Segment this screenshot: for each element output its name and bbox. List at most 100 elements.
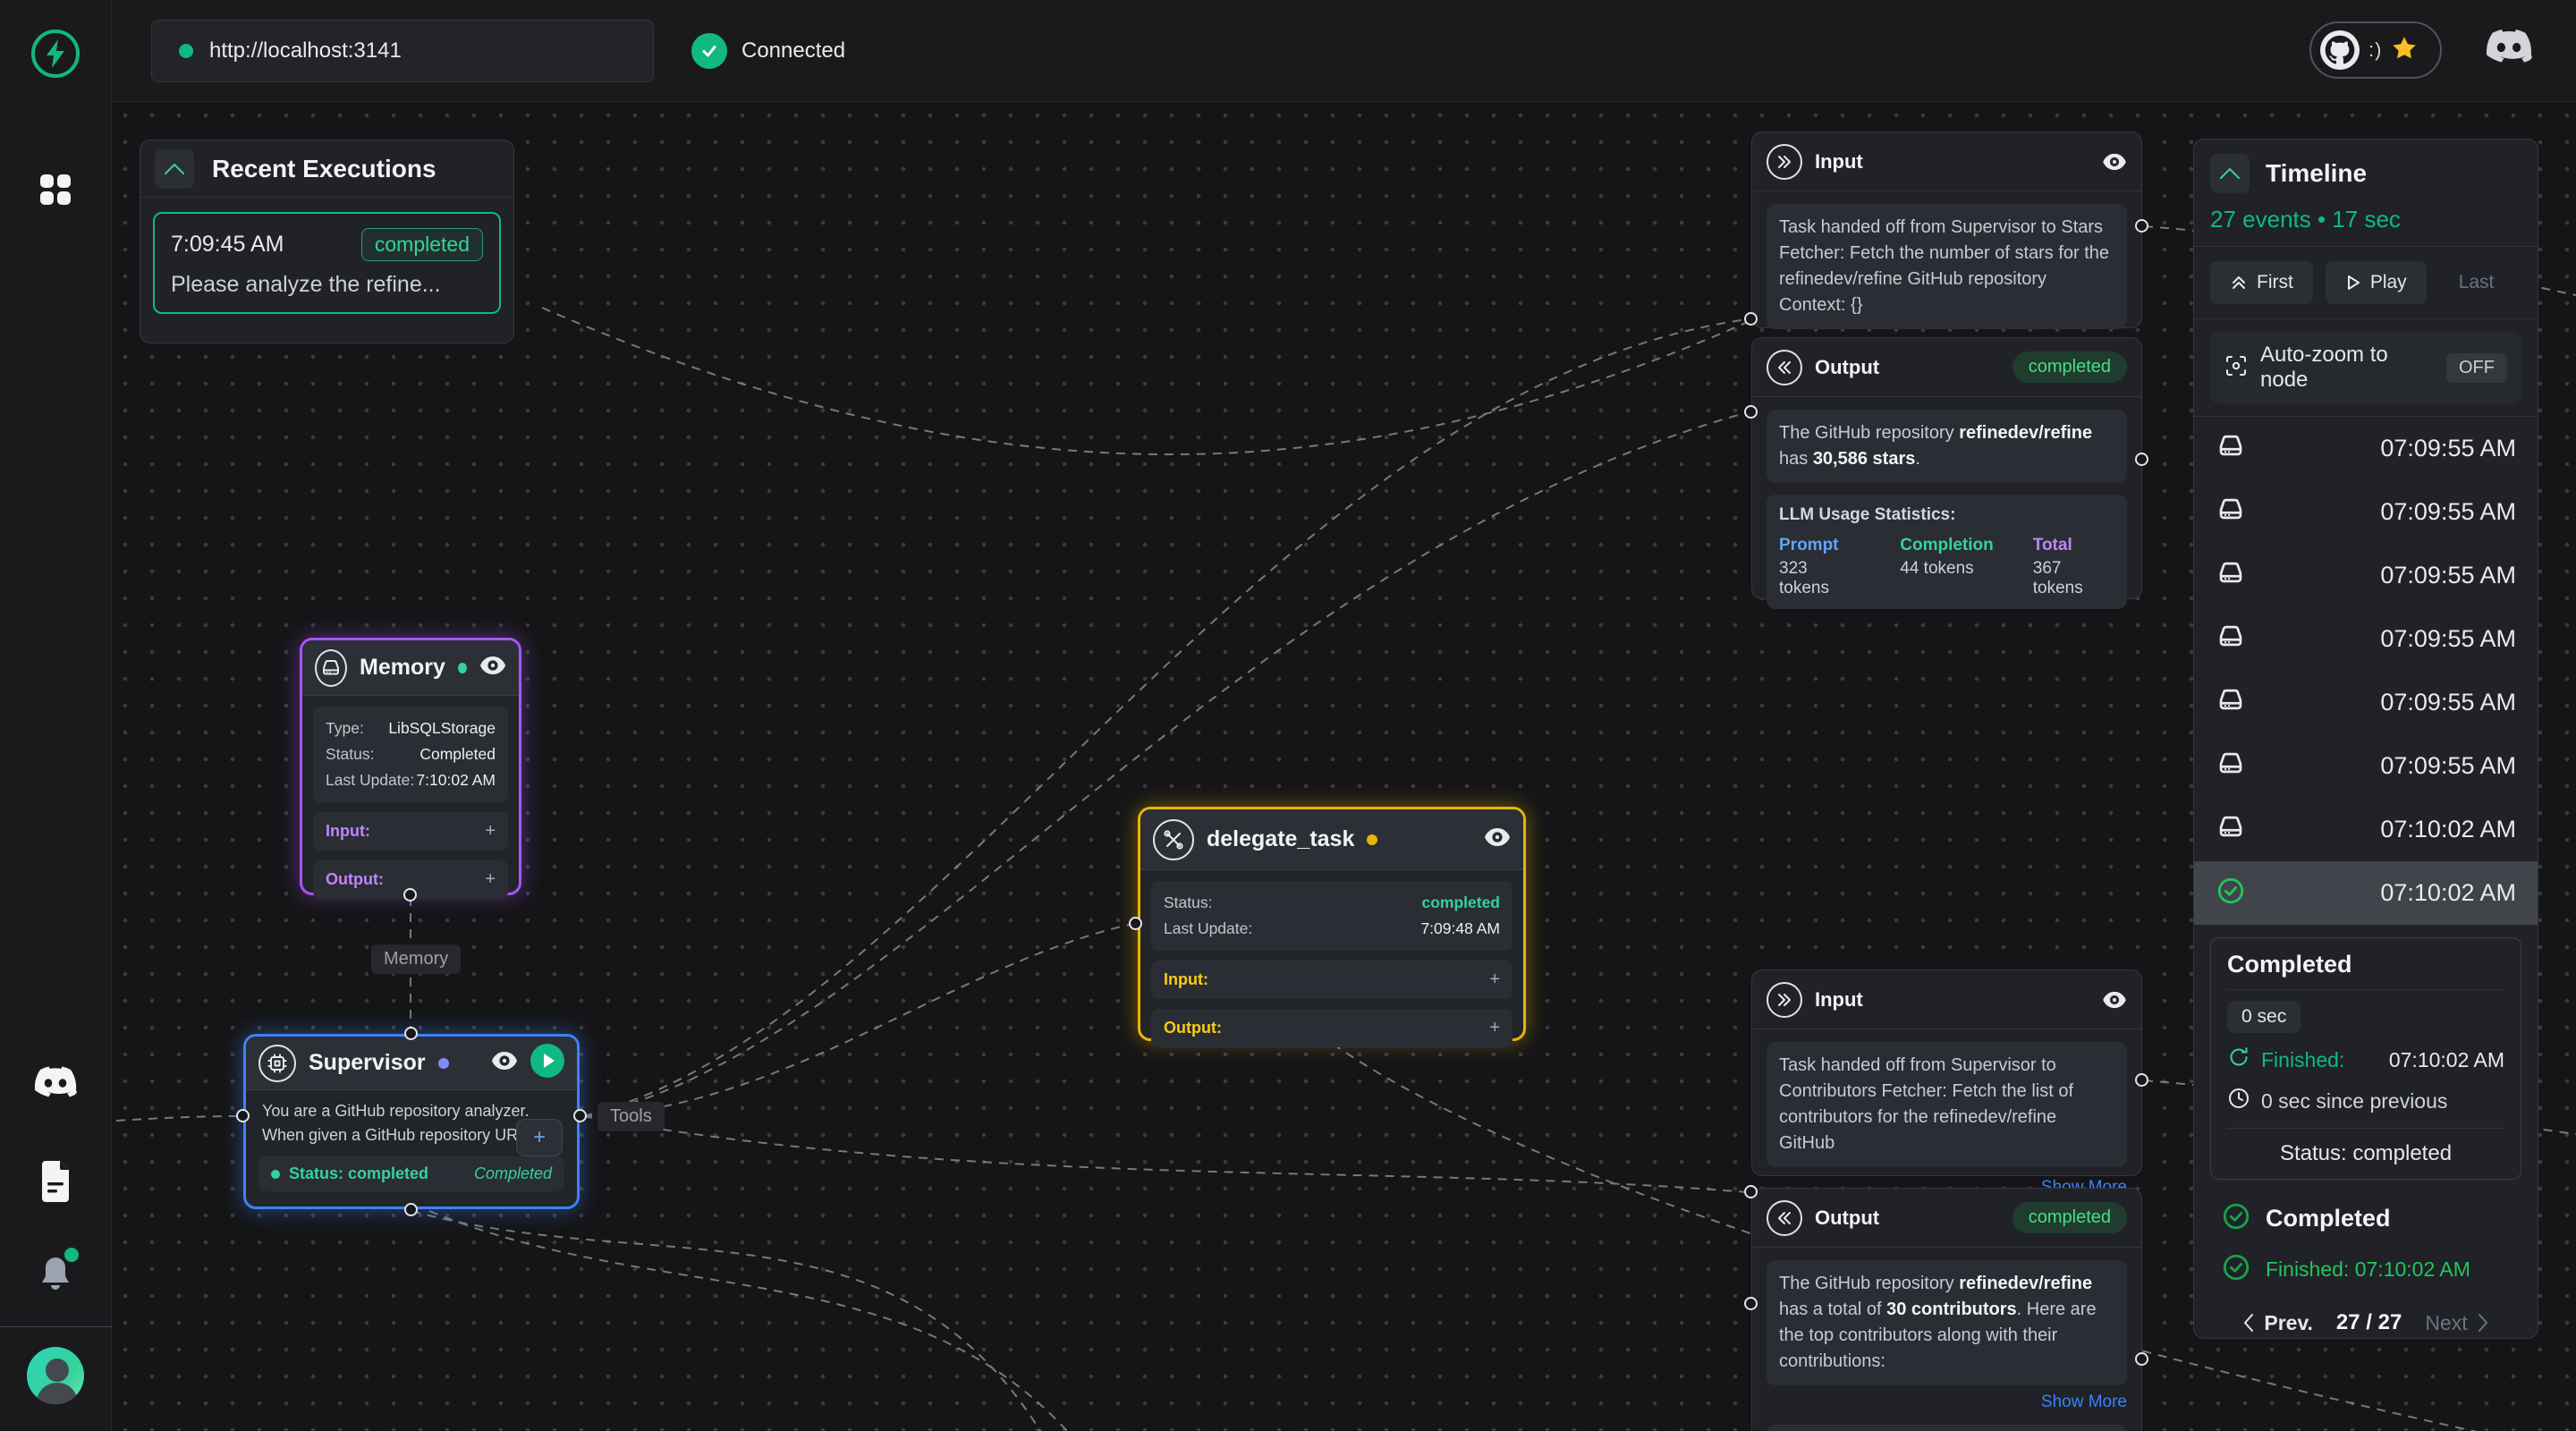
- timeline-event[interactable]: 07:09:55 AM: [2194, 607, 2538, 671]
- llm-usage-box: LLM Usage Statistics: Prompt 323 tokens …: [1767, 495, 2127, 609]
- delegate-node-header: delegate_task: [1140, 809, 1523, 870]
- delegate-task-node[interactable]: delegate_task Status:completed Last Upda…: [1138, 807, 1526, 1041]
- handle-supervisor-left[interactable]: [236, 1109, 250, 1122]
- plus-icon: +: [485, 821, 496, 842]
- input-card-title: Input: [1815, 988, 1863, 1012]
- cpu-icon: [258, 1045, 296, 1082]
- handle-contrib-output-left[interactable]: [1744, 1297, 1758, 1310]
- delegate-output-label: Output:: [1164, 1019, 1222, 1037]
- handle-contrib-output-right[interactable]: [2135, 1352, 2148, 1366]
- handle-supervisor-top[interactable]: [404, 1027, 418, 1040]
- timeline-event[interactable]: 07:09:55 AM: [2194, 671, 2538, 734]
- recent-executions-title: Recent Executions: [212, 155, 436, 183]
- timeline-event[interactable]: 07:09:55 AM: [2194, 734, 2538, 798]
- top-bar: http://localhost:3141 Connected :): [112, 0, 2576, 102]
- database-icon: [2216, 433, 2246, 464]
- collapse-chevron-icon[interactable]: [2210, 154, 2250, 193]
- show-more-link[interactable]: Show More: [1767, 1393, 2127, 1412]
- since-previous-row: 0 sec since previous: [2227, 1087, 2504, 1115]
- recent-executions-header: Recent Executions: [140, 140, 513, 198]
- timeline-event[interactable]: 07:09:55 AM: [2194, 480, 2538, 544]
- delegate-status-label: Status:: [1164, 890, 1212, 916]
- connected-check-icon: [691, 33, 727, 69]
- chevrons-left-icon: [1767, 1200, 1802, 1236]
- supervisor-status-label: Status: completed: [289, 1164, 428, 1183]
- input-message: Task handed off from Supervisor to Contr…: [1767, 1042, 2127, 1167]
- check-circle-icon: [2221, 1201, 2251, 1236]
- timeline-event[interactable]: 07:09:55 AM: [2194, 417, 2538, 480]
- handle-memory-bottom[interactable]: [403, 888, 417, 902]
- eye-icon[interactable]: [1484, 827, 1511, 851]
- llm-completion-stat: Completion 44 tokens: [1900, 536, 1994, 598]
- handle-supervisor-bottom[interactable]: [404, 1203, 418, 1216]
- delegate-updated-label: Last Update:: [1164, 916, 1252, 942]
- memory-node[interactable]: Memory Type:LibSQLStorage Status:Complet…: [300, 638, 521, 895]
- eye-icon[interactable]: [2102, 991, 2127, 1009]
- document-icon[interactable]: [27, 1153, 84, 1210]
- timeline-panel: Timeline 27 events • 17 sec First Play L…: [2193, 139, 2538, 1339]
- status-dot: [271, 1170, 280, 1179]
- timeline-event-selected[interactable]: 07:10:02 AM: [2194, 861, 2538, 925]
- supervisor-node-header: Supervisor: [246, 1037, 577, 1090]
- collapse-chevron-icon[interactable]: [155, 149, 194, 189]
- memory-type-label: Type:: [326, 716, 364, 741]
- output-status-pill: completed: [2012, 1202, 2127, 1233]
- server-url-field[interactable]: http://localhost:3141: [151, 20, 654, 82]
- handle-stars-output-right[interactable]: [2135, 453, 2148, 466]
- handle-contrib-output-top-left[interactable]: [1744, 1185, 1758, 1198]
- delegate-updated-value: 7:09:48 AM: [1420, 916, 1500, 942]
- delegate-input-label: Input:: [1164, 970, 1208, 989]
- lightning-logo-icon[interactable]: [27, 25, 84, 82]
- supervisor-instruction-line1: You are a GitHub repository analyzer.: [258, 1099, 564, 1123]
- eye-icon[interactable]: [479, 656, 506, 680]
- handle-delegate-left[interactable]: [1129, 917, 1142, 930]
- eye-icon[interactable]: [491, 1051, 518, 1075]
- memory-node-header: Memory: [302, 640, 519, 696]
- output-message: The GitHub repository refinedev/refine h…: [1767, 410, 2127, 483]
- auto-zoom-section: Auto-zoom to node OFF: [2194, 319, 2538, 417]
- discord-icon[interactable]: [2485, 29, 2533, 71]
- play-button[interactable]: Play: [2326, 261, 2427, 304]
- run-agent-button[interactable]: [530, 1044, 564, 1082]
- auto-zoom-toggle[interactable]: Auto-zoom to node OFF: [2210, 332, 2521, 403]
- check-circle-icon: [2216, 876, 2246, 910]
- auto-zoom-label: Auto-zoom to node: [2260, 343, 2434, 393]
- memory-type-value: LibSQLStorage: [388, 716, 496, 741]
- auto-zoom-state: OFF: [2446, 353, 2507, 383]
- github-star-button[interactable]: :): [2309, 21, 2442, 79]
- supervisor-agent-dot: [438, 1058, 449, 1069]
- eye-icon[interactable]: [2102, 153, 2127, 171]
- database-icon: [2216, 560, 2246, 591]
- memory-active-dot: [458, 663, 467, 673]
- last-button[interactable]: Last: [2439, 261, 2514, 304]
- handle-supervisor-right[interactable]: [573, 1109, 587, 1122]
- prev-button[interactable]: Prev.: [2242, 1311, 2313, 1335]
- tools-icon: [1153, 819, 1194, 860]
- timeline-event[interactable]: 07:09:55 AM: [2194, 544, 2538, 607]
- first-button[interactable]: First: [2210, 261, 2313, 304]
- memory-input-expander[interactable]: Input: +: [313, 812, 508, 851]
- output-card-title: Output: [1815, 356, 1879, 379]
- timeline-event[interactable]: 07:10:02 AM: [2194, 798, 2538, 861]
- check-circle-icon: [2221, 1252, 2251, 1287]
- discord-icon[interactable]: [27, 1054, 84, 1112]
- bell-icon[interactable]: [27, 1246, 84, 1303]
- timeline-event-list: 07:09:55 AM 07:09:55 AM 07:09:55 AM 07:0…: [2194, 417, 2538, 925]
- clipped-content-box: [1767, 1425, 2127, 1431]
- delegate-output-expander[interactable]: Output: +: [1151, 1009, 1513, 1047]
- stars-input-card: Input Task handed off from Supervisor to…: [1751, 131, 2142, 328]
- handle-stars-output-left[interactable]: [1744, 405, 1758, 419]
- delegate-input-expander[interactable]: Input: +: [1151, 961, 1513, 999]
- execution-item[interactable]: 7:09:45 AM completed Please analyze the …: [153, 212, 501, 314]
- handle-contrib-input-right[interactable]: [2135, 1073, 2148, 1087]
- next-button[interactable]: Next: [2425, 1311, 2488, 1335]
- output-card-title: Output: [1815, 1207, 1879, 1230]
- user-avatar[interactable]: [27, 1347, 84, 1404]
- handle-stars-input-right[interactable]: [2135, 219, 2148, 233]
- supervisor-expand-button[interactable]: +: [516, 1119, 563, 1156]
- grid-icon[interactable]: [27, 161, 84, 218]
- handle-stars-input-left[interactable]: [1744, 312, 1758, 326]
- supervisor-node[interactable]: Supervisor You are a GitHub repository a…: [243, 1034, 580, 1209]
- delegate-info-box: Status:completed Last Update:7:09:48 AM: [1151, 881, 1513, 951]
- edge-label-memory: Memory: [371, 944, 461, 974]
